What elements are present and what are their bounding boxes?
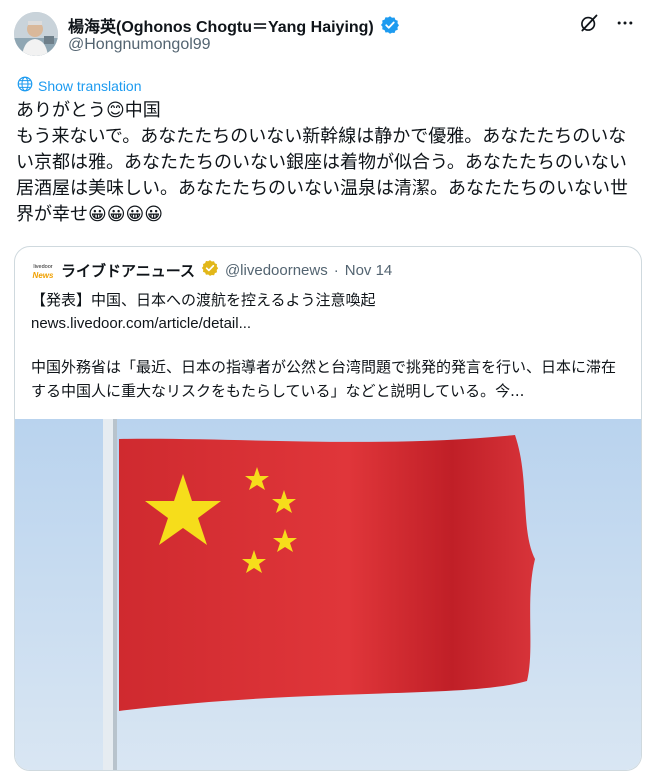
logo-bottom-text: News xyxy=(33,271,54,280)
verified-badge-icon xyxy=(380,15,400,35)
tweet-actions-top xyxy=(576,10,638,36)
more-icon[interactable] xyxy=(612,10,638,36)
author-display-name[interactable]: 楊海英(Oghonos Chogtu＝Yang Haiying) xyxy=(68,13,374,37)
tweet-text: ありがとう😊中国 もう来ないで。あなたたちのいない新幹線は静かで優雅。あなたたち… xyxy=(16,100,628,225)
quoted-date: Nov 14 xyxy=(344,262,393,279)
quoted-link[interactable]: news.livedoor.com/article/detail... xyxy=(31,315,251,332)
quoted-tweet-header: livedoor News ライブドアニュース @livedoornews · … xyxy=(31,259,392,282)
grok-icon[interactable] xyxy=(576,10,602,36)
show-translation-link[interactable]: Show translation xyxy=(16,75,142,96)
gold-verified-badge-icon xyxy=(201,259,219,282)
translate-icon xyxy=(16,75,34,96)
quoted-author-name: ライブドアニュース xyxy=(61,262,195,280)
quoted-separator: · xyxy=(333,262,339,279)
author-handle[interactable]: @Hongnumongol99 xyxy=(68,36,211,54)
quoted-body: 中国外務省は「最近、日本の指導者が公然と台湾問題で挑発的発言を行い、日本に滞在す… xyxy=(31,358,617,400)
quoted-title: 【発表】中国、日本への渡航を控えるよう注意喚起 xyxy=(31,291,376,309)
logo-top-text: livedoor xyxy=(33,264,52,270)
china-flag-photo[interactable] xyxy=(15,419,641,770)
quoted-tweet-card[interactable]: livedoor News ライブドアニュース @livedoornews · … xyxy=(14,246,642,771)
livedoor-news-logo: livedoor News xyxy=(31,260,55,282)
author-name-row: 楊海英(Oghonos Chogtu＝Yang Haiying) xyxy=(68,13,400,37)
flag-cloth xyxy=(119,435,535,711)
show-translation-label: Show translation xyxy=(38,77,142,94)
quoted-author-handle: @livedoornews xyxy=(224,262,328,279)
author-avatar[interactable] xyxy=(14,12,58,56)
